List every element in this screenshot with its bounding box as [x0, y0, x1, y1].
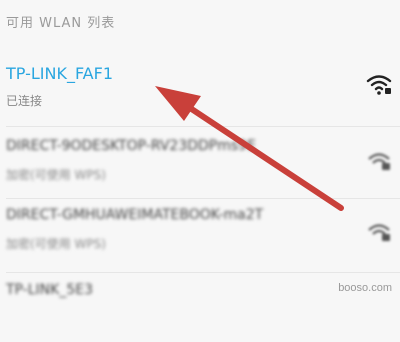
network-item[interactable]: DIRECT-GMHUAWEIMATEBOOK-ma2T 加密(可使用 WPS) [0, 207, 400, 267]
network-status: 已连接 [6, 94, 43, 108]
divider [6, 126, 400, 127]
network-ssid: DIRECT-GMHUAWEIMATEBOOK-ma2T [6, 207, 264, 223]
network-status: 加密(可使用 WPS) [6, 237, 106, 251]
divider [6, 272, 400, 273]
watermark: booso.com [338, 282, 392, 294]
network-status: 加密(可使用 WPS) [6, 168, 106, 182]
network-item[interactable]: DIRECT-9ODESKTOP-RV23DDPms9E 加密(可使用 WPS) [0, 138, 400, 198]
wifi-locked-icon [368, 153, 390, 170]
section-header: 可用 WLAN 列表 [6, 16, 116, 31]
wifi-locked-icon [368, 224, 390, 241]
network-ssid: TP-LINK_5E3 [6, 282, 93, 298]
network-item-tp-link-faf1[interactable]: TP-LINK_FAF1 已连接 [0, 64, 400, 124]
network-ssid: TP-LINK_FAF1 [6, 64, 113, 83]
divider [6, 198, 400, 199]
network-ssid: DIRECT-9ODESKTOP-RV23DDPms9E [6, 138, 256, 154]
wifi-connected-icon [366, 75, 392, 95]
